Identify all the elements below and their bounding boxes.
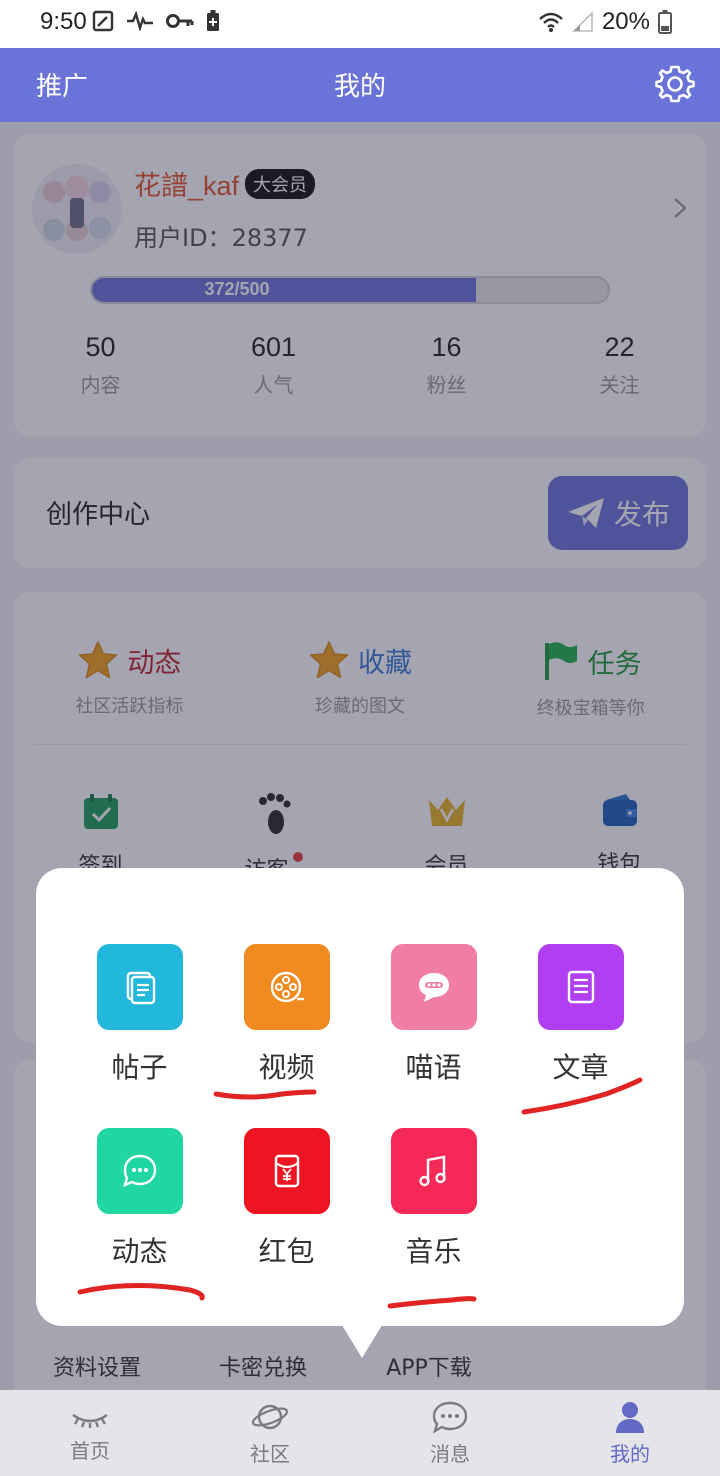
popup-pointer — [340, 1322, 384, 1358]
status-time: 9:50 — [40, 8, 87, 35]
chat-icon — [418, 973, 449, 1002]
speech-bubble-icon — [122, 1154, 156, 1188]
publish-music-item[interactable]: 音乐 — [360, 1128, 507, 1270]
document-icon — [126, 971, 155, 1005]
article-icon — [567, 970, 594, 1004]
film-reel-icon — [270, 971, 304, 1003]
key-icon — [166, 14, 194, 28]
page-title: 我的 — [333, 72, 386, 102]
moment-tile — [96, 1128, 183, 1214]
battery-saver-icon — [207, 10, 219, 31]
status-bar: 9:50 20% — [0, 0, 720, 48]
publish-item-label: 视频 — [258, 1051, 315, 1084]
wifi-icon — [539, 12, 563, 32]
battery-icon — [658, 10, 672, 34]
publish-redpacket-item[interactable]: 红包 — [213, 1128, 360, 1270]
red-envelope-icon — [274, 1154, 299, 1188]
battery-percent: 20% — [601, 8, 650, 35]
publish-article-item[interactable]: 文章 — [507, 944, 654, 1086]
publish-menu-popup: 帖子 视频 喵语 文章 动态 红包 音乐 — [36, 868, 684, 1326]
publish-video-item[interactable]: 视频 — [213, 944, 360, 1086]
status-right: 20% — [538, 8, 672, 36]
music-tile — [390, 1128, 477, 1214]
post-tile — [96, 944, 183, 1030]
modal-overlay-nav[interactable] — [0, 1390, 720, 1476]
status-notification-icons — [92, 10, 220, 32]
publish-menu-grid: 帖子 视频 喵语 文章 动态 红包 音乐 — [66, 944, 654, 1270]
meow-tile — [390, 944, 477, 1030]
publish-item-label: 红包 — [258, 1235, 315, 1268]
publish-item-label: 帖子 — [111, 1051, 168, 1084]
gear-icon[interactable] — [654, 63, 696, 105]
publish-meow-item[interactable]: 喵语 — [360, 944, 507, 1086]
app-header: 推广 我的 — [0, 48, 720, 122]
redpacket-tile — [243, 1128, 330, 1214]
music-note-icon — [418, 1155, 446, 1187]
publish-item-label: 动态 — [111, 1235, 168, 1268]
publish-moment-item[interactable]: 动态 — [66, 1128, 213, 1270]
signal-icon — [572, 11, 593, 32]
publish-item-label: 喵语 — [405, 1051, 462, 1084]
publish-item-label: 音乐 — [405, 1235, 462, 1268]
pulse-icon — [127, 11, 153, 31]
publish-post-item[interactable]: 帖子 — [66, 944, 213, 1086]
article-tile — [537, 944, 624, 1030]
video-tile — [243, 944, 330, 1030]
edit-icon — [92, 10, 114, 32]
publish-item-label: 文章 — [552, 1051, 609, 1084]
